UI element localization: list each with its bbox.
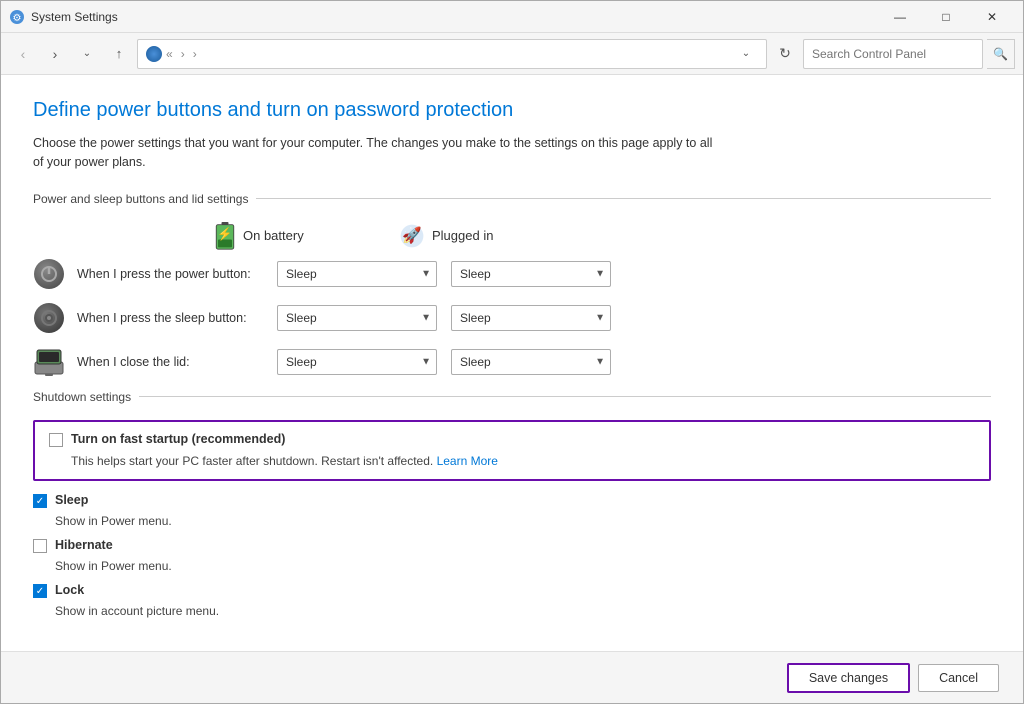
fast-startup-desc: This helps start your PC faster after sh…	[71, 453, 975, 470]
power-button-row: When I press the power button: Sleep Do …	[33, 258, 991, 290]
power-battery-select-wrap: Sleep Do nothing Hibernate Shut down ▼	[277, 261, 437, 287]
columns-header: ⚡ On battery 🚀 Plugged in	[213, 222, 991, 250]
breadcrumb-dropdown[interactable]: ⌄	[734, 39, 758, 69]
power-plugged-select-wrap: Sleep Do nothing Hibernate Shut down ▼	[451, 261, 611, 287]
page-title: Define power buttons and turn on passwor…	[33, 99, 991, 122]
sleep-battery-select[interactable]: Sleep Do nothing Hibernate Shut down	[277, 305, 437, 331]
svg-text:⚙: ⚙	[13, 13, 22, 24]
lid-label: When I close the lid:	[77, 355, 277, 369]
breadcrumb-sep3: ›	[193, 47, 197, 61]
breadcrumb-bar: « › › ⌄	[137, 39, 767, 69]
section1-header: Power and sleep buttons and lid settings	[33, 192, 991, 206]
col-plugged-label: Plugged in	[432, 228, 493, 243]
sleep-item-label: Sleep	[55, 493, 88, 507]
sleep-circle	[34, 303, 64, 333]
power-button-icon	[33, 258, 65, 290]
col-battery-label: On battery	[243, 228, 304, 243]
sleep-button-icon	[33, 302, 65, 334]
sleep-sub: Show in Power menu.	[55, 514, 991, 528]
page-description: Choose the power settings that you want …	[33, 134, 713, 172]
battery-icon: ⚡	[213, 222, 237, 250]
up-button[interactable]: ↑	[105, 40, 133, 68]
learn-more-link[interactable]: Learn More	[437, 454, 498, 468]
window-icon: ⚙	[9, 9, 25, 25]
search-button[interactable]: 🔍	[987, 39, 1015, 69]
forward-button[interactable]: ›	[41, 40, 69, 68]
main-window: ⚙ System Settings — □ ✕ ‹ › ⌄ ↑ « › › ⌄ …	[0, 0, 1024, 704]
section1-line	[256, 198, 991, 199]
back-button[interactable]: ‹	[9, 40, 37, 68]
col-plugged-header: 🚀 Plugged in	[398, 222, 583, 250]
lid-plugged-select[interactable]: Sleep Do nothing Hibernate Shut down	[451, 349, 611, 375]
power-plugged-select[interactable]: Sleep Do nothing Hibernate Shut down	[451, 261, 611, 287]
search-input[interactable]	[803, 39, 983, 69]
lid-battery-select-wrap: Sleep Do nothing Hibernate Shut down ▼	[277, 349, 437, 375]
title-bar: ⚙ System Settings — □ ✕	[1, 1, 1023, 33]
minimize-button[interactable]: —	[877, 1, 923, 33]
close-button[interactable]: ✕	[969, 1, 1015, 33]
fast-startup-row: Turn on fast startup (recommended)	[49, 432, 975, 447]
main-content: Define power buttons and turn on passwor…	[1, 75, 1023, 651]
power-button-label: When I press the power button:	[77, 267, 277, 281]
address-bar: ‹ › ⌄ ↑ « › › ⌄ ↻ 🔍	[1, 33, 1023, 75]
fast-startup-checkbox[interactable]	[49, 433, 63, 447]
lid-plugged-select-wrap: Sleep Do nothing Hibernate Shut down ▼	[451, 349, 611, 375]
fast-startup-desc-text: This helps start your PC faster after sh…	[71, 454, 433, 468]
power-battery-select[interactable]: Sleep Do nothing Hibernate Shut down	[277, 261, 437, 287]
cancel-button[interactable]: Cancel	[918, 664, 999, 692]
breadcrumb-sep1: «	[166, 47, 173, 61]
hibernate-checkbox[interactable]	[33, 539, 47, 553]
section2-header: Shutdown settings	[33, 390, 991, 404]
sleep-checkbox[interactable]	[33, 494, 47, 508]
hibernate-item: Hibernate Show in Power menu.	[33, 538, 991, 573]
refresh-button[interactable]: ↻	[771, 40, 799, 68]
window-controls: — □ ✕	[877, 1, 1015, 33]
svg-text:🚀: 🚀	[402, 225, 422, 244]
plug-icon: 🚀	[398, 222, 426, 250]
lock-checkbox[interactable]	[33, 584, 47, 598]
globe-icon	[146, 46, 162, 62]
section2-label: Shutdown settings	[33, 390, 131, 404]
sleep-button-label: When I press the sleep button:	[77, 311, 277, 325]
breadcrumb-sep2: ›	[181, 47, 185, 61]
lock-item-label: Lock	[55, 583, 84, 597]
lid-battery-select[interactable]: Sleep Do nothing Hibernate Shut down	[277, 349, 437, 375]
fast-startup-label: Turn on fast startup (recommended)	[71, 432, 285, 446]
fast-startup-box: Turn on fast startup (recommended) This …	[33, 420, 991, 482]
col-battery-header: ⚡ On battery	[213, 222, 398, 250]
save-button[interactable]: Save changes	[787, 663, 910, 693]
hibernate-item-label: Hibernate	[55, 538, 113, 552]
sleep-button-row: When I press the sleep button: Sleep Do …	[33, 302, 991, 334]
power-circle	[34, 259, 64, 289]
laptop-icon	[33, 348, 65, 376]
lock-checkbox-row: Lock	[33, 583, 991, 598]
section2-line	[139, 396, 991, 397]
lock-sub: Show in account picture menu.	[55, 604, 991, 618]
window-title: System Settings	[31, 10, 877, 24]
sleep-plugged-select[interactable]: Sleep Do nothing Hibernate Shut down	[451, 305, 611, 331]
maximize-button[interactable]: □	[923, 1, 969, 33]
footer: Save changes Cancel	[1, 651, 1023, 703]
sleep-checkbox-row: Sleep	[33, 493, 991, 508]
sleep-battery-select-wrap: Sleep Do nothing Hibernate Shut down ▼	[277, 305, 437, 331]
lock-item: Lock Show in account picture menu.	[33, 583, 991, 618]
dropdown-history-button[interactable]: ⌄	[73, 40, 101, 68]
sleep-item: Sleep Show in Power menu.	[33, 493, 991, 528]
hibernate-checkbox-row: Hibernate	[33, 538, 991, 553]
lid-row: When I close the lid: Sleep Do nothing H…	[33, 346, 991, 378]
lid-icon	[33, 346, 65, 378]
sleep-plugged-select-wrap: Sleep Do nothing Hibernate Shut down ▼	[451, 305, 611, 331]
section1-label: Power and sleep buttons and lid settings	[33, 192, 248, 206]
svg-text:⚡: ⚡	[217, 225, 232, 241]
hibernate-sub: Show in Power menu.	[55, 559, 991, 573]
